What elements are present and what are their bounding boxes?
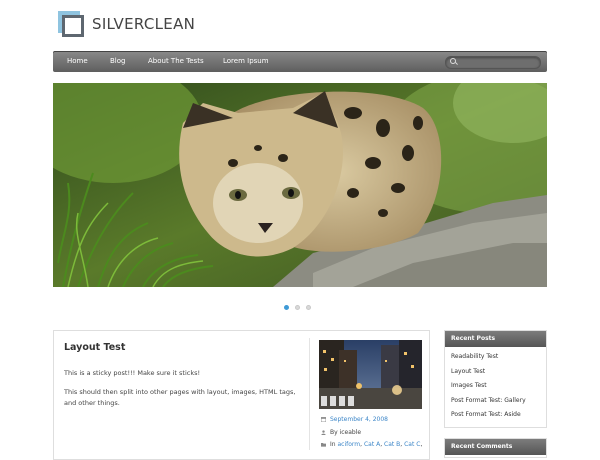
recent-post-link[interactable]: Post Format Test: Aside: [451, 408, 546, 423]
post-date: September 4, 2008: [320, 416, 388, 423]
recent-post-link[interactable]: Images Test: [451, 379, 546, 394]
categories-prefix: In: [330, 441, 336, 448]
search-input[interactable]: [457, 57, 535, 68]
hero-slider-image[interactable]: [53, 83, 547, 287]
city-street-photo: [319, 340, 422, 409]
post-date-link[interactable]: September 4, 2008: [330, 416, 388, 423]
post-paragraph: This should then split into other pages …: [64, 388, 296, 407]
recent-post-link[interactable]: Readability Test: [451, 350, 546, 365]
nav-item-blog[interactable]: Blog: [110, 51, 125, 72]
slider-dot-1[interactable]: [284, 305, 289, 310]
slider-pagination: [284, 305, 311, 310]
recent-posts-list: Readability Test Layout Test Images Test…: [445, 347, 546, 423]
user-icon: [321, 430, 326, 435]
slider-dot-3[interactable]: [306, 305, 311, 310]
serval-photo: [53, 83, 547, 287]
slider-dot-2[interactable]: [295, 305, 300, 310]
calendar-icon: [320, 417, 327, 423]
nav-item-home[interactable]: Home: [67, 51, 88, 72]
category-link[interactable]: aciform: [338, 441, 361, 448]
category-link[interactable]: Cat A: [364, 441, 380, 448]
logo-mark-icon: [58, 11, 84, 37]
nav-item-about-the-tests[interactable]: About The Tests: [148, 51, 204, 72]
search-icon[interactable]: [450, 58, 456, 64]
main-nav: Home Blog About The Tests Lorem Ipsum: [53, 51, 547, 72]
post-thumbnail[interactable]: [319, 340, 422, 409]
recent-post-link[interactable]: Layout Test: [451, 365, 546, 380]
post-categories: In aciform, Cat A, Cat B, Cat C,: [321, 441, 422, 448]
recent-posts-widget: Recent Posts Readability Test Layout Tes…: [444, 330, 547, 428]
category-link[interactable]: Cat B: [384, 441, 400, 448]
widget-title: Recent Posts: [445, 331, 546, 347]
recent-post-link[interactable]: Post Format Test: Gallery: [451, 394, 546, 409]
post-author-text: By iceable: [330, 429, 362, 436]
divider: [309, 338, 310, 450]
site-title: SILVERCLEAN: [92, 15, 196, 33]
recent-comments-widget: Recent Comments: [444, 438, 547, 458]
post-paragraph: This is a sticky post!!! Make sure it st…: [64, 369, 201, 377]
widget-title: Recent Comments: [445, 439, 546, 455]
search-box: [445, 56, 541, 69]
post-author: By iceable: [321, 429, 361, 436]
nav-item-lorem-ipsum[interactable]: Lorem Ipsum: [223, 51, 269, 72]
site-logo[interactable]: SILVERCLEAN: [58, 11, 195, 37]
category-link[interactable]: Cat C: [404, 441, 420, 448]
post-title[interactable]: Layout Test: [64, 342, 125, 353]
folder-icon: [321, 442, 326, 447]
